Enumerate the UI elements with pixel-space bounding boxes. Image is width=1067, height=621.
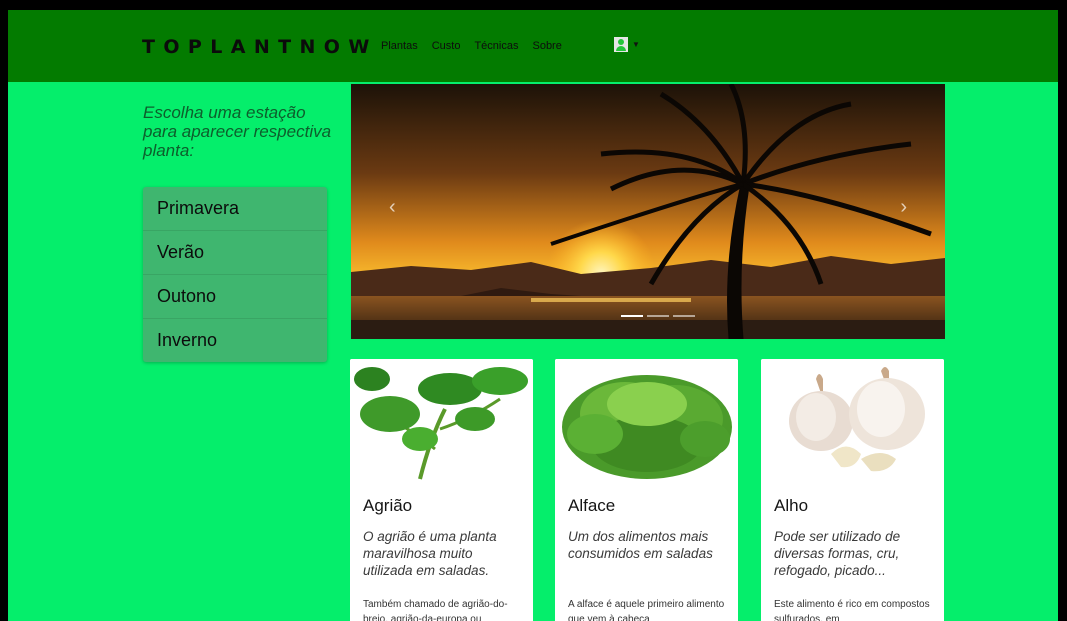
page-frame: TOPLANTNOW Plantas Custo Técnicas Sobre … xyxy=(8,10,1058,621)
nav-link-custo[interactable]: Custo xyxy=(432,40,461,52)
card-body: Também chamado de agrião-do-brejo, agriã… xyxy=(363,599,508,621)
image-carousel[interactable]: ‹ › xyxy=(351,84,945,339)
nav-links: Plantas Custo Técnicas Sobre xyxy=(381,40,562,52)
card-body: A alface é aquele primeiro alimento que … xyxy=(568,599,725,621)
season-list: Primavera Verão Outono Inverno xyxy=(143,187,327,362)
card-lead: Um dos alimentos mais consumidos em sala… xyxy=(568,529,713,561)
top-navbar: TOPLANTNOW Plantas Custo Técnicas Sobre … xyxy=(8,10,1058,82)
card-lead: O agrião é uma planta maravilhosa muito … xyxy=(363,529,497,578)
chevron-down-icon[interactable]: ▼ xyxy=(632,40,640,49)
brand-logo[interactable]: TOPLANTNOW xyxy=(142,36,378,58)
agriao-image xyxy=(350,359,533,487)
card-title: Alface xyxy=(568,496,616,515)
carousel-indicator[interactable] xyxy=(621,315,643,317)
nav-link-plantas[interactable]: Plantas xyxy=(381,40,418,52)
plant-card-agriao[interactable]: Agrião O agrião é uma planta maravilhosa… xyxy=(350,359,533,621)
carousel-indicators xyxy=(621,315,695,317)
alho-image xyxy=(761,359,944,487)
user-menu[interactable]: ▼ xyxy=(614,37,640,52)
nav-link-tecnicas[interactable]: Técnicas xyxy=(474,40,518,52)
sunset-palm-image xyxy=(351,84,945,339)
plant-card-alface[interactable]: Alface Um dos alimentos mais consumidos … xyxy=(555,359,738,621)
card-title: Alho xyxy=(774,496,809,515)
alface-image xyxy=(555,359,738,487)
user-icon[interactable] xyxy=(614,37,628,52)
plant-card-alho[interactable]: Alho Pode ser utilizado de diversas form… xyxy=(761,359,944,621)
carousel-indicator[interactable] xyxy=(673,315,695,317)
season-intro-text: Escolha uma estação para aparecer respec… xyxy=(143,103,332,160)
season-item-inverno[interactable]: Inverno xyxy=(143,319,327,362)
nav-link-sobre[interactable]: Sobre xyxy=(532,40,561,52)
card-title: Agrião xyxy=(363,496,413,515)
carousel-prev-icon[interactable]: ‹ xyxy=(389,196,396,219)
carousel-next-icon[interactable]: › xyxy=(900,196,907,219)
season-item-primavera[interactable]: Primavera xyxy=(143,187,327,231)
season-item-verao[interactable]: Verão xyxy=(143,231,327,275)
carousel-indicator[interactable] xyxy=(647,315,669,317)
card-lead: Pode ser utilizado de diversas formas, c… xyxy=(774,529,901,578)
card-body: Este alimento é rico em compostos sulfur… xyxy=(774,599,930,621)
season-item-outono[interactable]: Outono xyxy=(143,275,327,319)
